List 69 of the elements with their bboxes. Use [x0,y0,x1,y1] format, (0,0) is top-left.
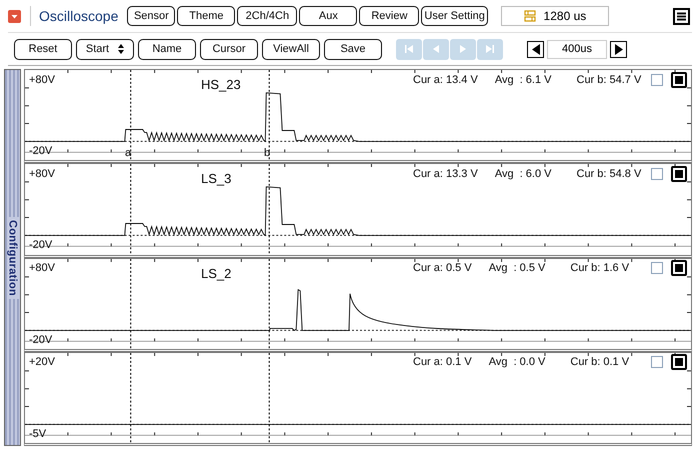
toolbar-button[interactable]: ViewAll [262,38,320,60]
display-toggle[interactable] [671,260,687,276]
average-reading: Avg : 6.1 V [494,74,552,86]
cursor-b-reading: Cur b: 54.7 V [576,74,642,86]
menu-button[interactable]: User Setting [421,6,488,26]
cursor-a-reading: Cur a: 0.5 V [413,262,472,274]
scale-min-label: -20V [29,334,52,346]
cursor-a-reading: Cur a: 0.1 V [413,356,472,368]
configuration-tab[interactable]: Configuration [6,216,18,298]
app-title: Oscilloscope [30,6,124,26]
skip-back-icon [404,44,414,54]
checkbox[interactable] [651,262,663,274]
left-triangle-icon [431,44,441,54]
toolbar-button[interactable]: Reset [14,38,72,60]
skip-forward-icon [485,44,495,54]
scale-min-label: -20V [29,239,52,252]
scale-max-label: +80V [29,262,55,274]
left-triangle-icon [532,44,540,54]
cursor-b-reading: Cur b: 0.1 V [570,356,630,368]
toolbar-button[interactable]: Save [324,38,382,60]
scale-max-label: +20V [29,356,55,368]
cursor-line[interactable] [268,352,270,443]
time-window-field: 1280 us [500,6,609,26]
timebase-field[interactable]: 400us [547,40,607,58]
display-toggle[interactable] [671,166,687,182]
cursor-line[interactable] [130,352,132,443]
cursor-line[interactable] [130,70,132,160]
display-toggle[interactable] [671,354,687,370]
toolbar-button[interactable]: Name [138,38,196,60]
channel-name: LS_3 [201,171,232,186]
scale-max-label: +80V [29,74,55,86]
average-reading: Avg : 0.0 V [488,356,546,368]
average-reading: Avg : 6.0 V [494,168,552,180]
toolbar-button[interactable]: Cursor [200,38,258,60]
checkbox[interactable] [651,356,663,368]
cursor-b-reading: Cur b: 54.8 V [576,168,642,180]
menu-button[interactable]: Sensor [127,6,176,26]
cursor-label: a [125,147,132,159]
right-triangle-icon [614,44,622,54]
cursor-line[interactable] [268,164,270,254]
cursor-a-reading: Cur a: 13.3 V [413,168,478,180]
checkbox[interactable] [651,74,663,86]
menu-button[interactable]: Review [359,6,420,26]
cursor-line[interactable] [130,164,132,254]
scale-min-label: -5V [29,428,46,440]
display-toggle[interactable] [671,72,687,88]
increase-button[interactable] [610,40,627,58]
cursor-a-reading: Cur a: 13.4 V [413,74,478,86]
cursor-line[interactable] [268,258,270,349]
scale-max-label: +80V [29,168,55,180]
menu-button[interactable]: Aux [299,6,358,26]
menu-button[interactable]: 2Ch/4Ch [237,6,298,26]
up-down-icon [118,44,124,54]
cursor-b-reading: Cur b: 1.6 V [570,262,630,274]
start-select[interactable]: Start [76,38,134,60]
cursor-label: b [264,147,270,159]
dropdown-icon[interactable] [8,10,21,22]
scale-min-label: -20V [29,145,52,157]
right-triangle-icon [458,44,468,54]
menu-icon[interactable] [673,8,690,24]
channel-name: HS_23 [201,77,241,92]
decrease-button[interactable] [527,40,544,58]
cursor-line[interactable] [130,258,132,349]
ruler-icon [524,10,536,22]
channel-name: LS_2 [201,266,232,280]
average-reading: Avg : 0.5 V [488,262,546,274]
cursor-line[interactable] [268,70,270,160]
checkbox[interactable] [651,168,663,180]
menu-button[interactable]: Theme [177,6,236,26]
